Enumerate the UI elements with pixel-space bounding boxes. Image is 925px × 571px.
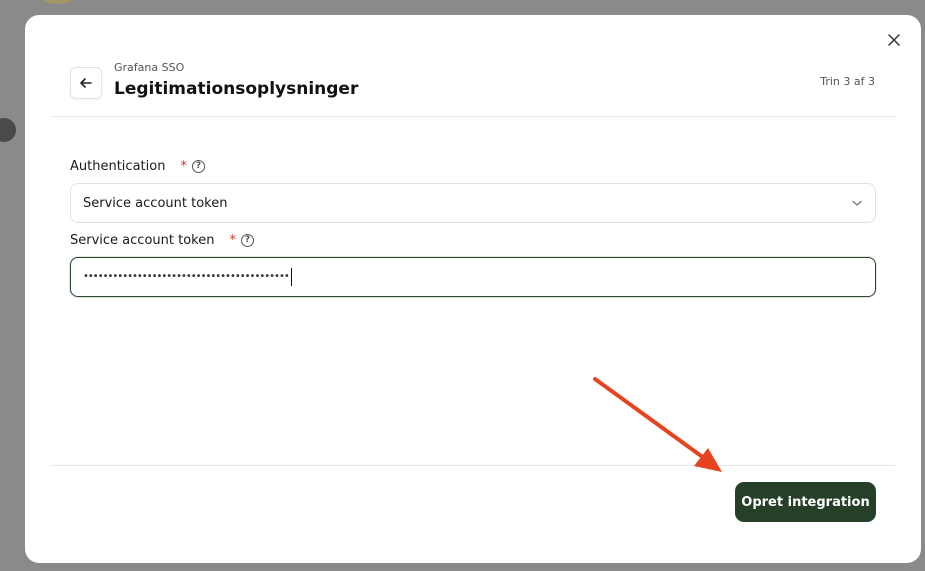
modal-header: Grafana SSO Legitimationsoplysninger Tri… [51,15,895,117]
authentication-label-text: Authentication [70,159,166,174]
back-button[interactable] [70,67,102,99]
required-marker: * [229,233,236,248]
arrow-left-icon [80,78,92,88]
create-integration-button[interactable]: Opret integration [735,482,876,522]
authentication-select[interactable]: Service account token [70,183,876,223]
text-caret [290,268,292,286]
masked-token-value: ••••••••••••••••••••••••••••••••••••••••… [83,271,290,282]
page-title: Legitimationsoplysninger [114,79,359,99]
help-icon[interactable]: ? [240,234,254,247]
token-label-text: Service account token [70,233,215,248]
authentication-label: Authentication * ? [70,159,205,174]
backdrop-decoration [40,0,76,4]
required-marker: * [180,159,187,174]
help-icon[interactable]: ? [191,160,205,173]
footer-divider [51,465,895,466]
service-account-token-input[interactable]: ••••••••••••••••••••••••••••••••••••••••… [70,257,876,297]
integration-modal: Grafana SSO Legitimationsoplysninger Tri… [25,15,921,563]
integration-name: Grafana SSO [114,61,185,74]
token-label: Service account token * ? [70,233,254,248]
step-indicator: Trin 3 af 3 [820,75,875,88]
authentication-selected-value: Service account token [83,195,228,211]
backdrop-decoration [0,118,16,142]
chevron-down-icon [852,200,862,206]
